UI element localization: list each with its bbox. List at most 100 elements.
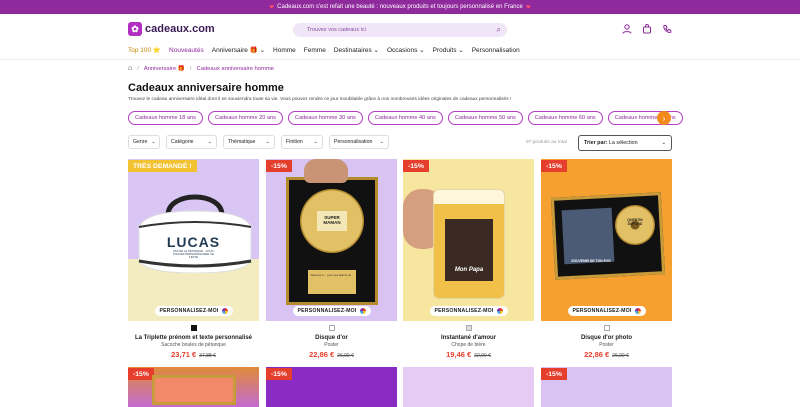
chip-60[interactable]: Cadeaux homme 60 ans (527, 111, 603, 125)
nav-item-anniversaire[interactable]: Anniversaire 🎁 ⌄ (212, 46, 265, 54)
nav-item-femme[interactable]: Femme (304, 47, 326, 54)
sort-select[interactable]: Trier par: La sélection ⌄ (578, 135, 672, 151)
search-icon[interactable]: ⌕ (497, 25, 501, 35)
nav-item-occasions[interactable]: Occasions ⌄ (387, 46, 425, 54)
current-price: 22,86 € (309, 350, 335, 359)
filter-genre[interactable]: Genre ⌄ (128, 135, 160, 149)
filter-label: Personnalisation (334, 139, 373, 145)
filter-categorie[interactable]: Catégorie ⌄ (166, 135, 217, 149)
heart-icon: ❤ (269, 4, 275, 11)
nav-item-top100[interactable]: Top 100 ⭐ (128, 46, 161, 54)
old-price: 26,90 € (612, 353, 629, 359)
product-info: La Triplette prénom et texte personnalis… (128, 325, 259, 359)
sort-value: La sélection (608, 140, 638, 146)
search-input[interactable]: Trouvez vos cadeaux ici ⌕ (293, 23, 507, 37)
color-swatch[interactable] (465, 325, 472, 331)
phone-icon[interactable] (662, 24, 672, 37)
bag-name-print: LUCAS (166, 234, 221, 250)
status-badge: TRÈS DEMANDÉ ! (128, 160, 197, 172)
product-card[interactable] (403, 367, 534, 407)
color-swatch[interactable] (190, 325, 197, 331)
sort-label: Trier par: (584, 140, 608, 146)
filter-label: Genre (133, 139, 148, 145)
product-name[interactable]: Instantané d'amour (403, 335, 534, 341)
nav-item-destinataires[interactable]: Destinataires ⌄ (334, 46, 379, 54)
site-logo[interactable]: ✿ cadeaux.com (128, 22, 215, 36)
chip-70[interactable]: Cadeaux homme 70 ans (607, 111, 683, 125)
nav-item-produits[interactable]: Produits ⌄ (433, 46, 464, 54)
filter-personnalisation[interactable]: Personnalisation ⌄ (329, 135, 389, 149)
current-price: 23,71 € (171, 350, 197, 359)
product-subtitle: Poster (324, 342, 339, 348)
product-price: 22,86 €26,90 € (541, 350, 672, 359)
personalize-label: PERSONNALISEZ-MOI (434, 308, 494, 314)
discount-badge: -15% (266, 368, 292, 380)
breadcrumb: ⌂ / Anniversaire 🎁 / Cadeaux anniversair… (128, 65, 274, 72)
personalize-button[interactable]: PERSONNALISEZ-MOI (429, 306, 508, 316)
chip-30[interactable]: Cadeaux homme 30 ans (287, 111, 363, 125)
personalize-button[interactable]: PERSONNALISEZ-MOI (567, 306, 646, 316)
page-title: Cadeaux anniversaire homme (128, 82, 284, 94)
gift-logo-icon: ✿ (128, 22, 142, 36)
record-label: SUPER MAMAN (317, 211, 347, 231)
sort-text: Trier par: La sélection (584, 140, 638, 146)
filter-thematique[interactable]: Thématique ⌄ (223, 135, 275, 149)
cart-icon[interactable] (642, 24, 652, 37)
product-price: 23,71 €37,88 € (128, 350, 259, 359)
palette-icon (496, 308, 503, 314)
chip-20[interactable]: Cadeaux homme 20 ans (207, 111, 283, 125)
chevron-right-icon[interactable]: › (657, 111, 671, 125)
product-image[interactable]: LUCAS ROI DE LA PÉTANQUE · VOUS POUVEZ P… (128, 159, 259, 321)
breadcrumb-anniversaire[interactable]: Anniversaire 🎁 (144, 66, 185, 72)
product-image[interactable]: SUPER MAMAN Décerné à ... pour ses talen… (266, 159, 397, 321)
color-swatch[interactable] (603, 325, 610, 331)
bag-subtext-print: ROI DE LA PÉTANQUE · VOUS POUVEZ PERSONN… (173, 249, 214, 260)
nav-item-personnalisation[interactable]: Personnalisation (472, 47, 520, 54)
breadcrumb-separator: / (189, 65, 192, 72)
palette-icon (634, 308, 641, 314)
product-card[interactable]: -15% (266, 367, 397, 407)
filter-finition[interactable]: Finition ⌄ (281, 135, 323, 149)
nav-item-homme[interactable]: Homme (273, 47, 296, 54)
product-card[interactable]: -15% (128, 367, 259, 407)
home-icon[interactable]: ⌂ (128, 65, 132, 72)
age-chips: Cadeaux homme 18 ans Cadeaux homme 20 an… (128, 111, 683, 125)
chip-50[interactable]: Cadeaux homme 50 ans (447, 111, 523, 125)
product-card[interactable]: Mon Papa -15% PERSONNALISEZ-MOI (403, 159, 534, 322)
discount-badge: -15% (403, 160, 429, 172)
discount-badge: -15% (266, 160, 292, 172)
product-card[interactable]: LUCAS ROI DE LA PÉTANQUE · VOUS POUVEZ P… (128, 159, 259, 322)
chip-18[interactable]: Cadeaux homme 18 ans (128, 111, 203, 125)
discount-badge: -15% (541, 160, 567, 172)
product-name[interactable]: La Triplette prénom et texte personnalis… (128, 335, 259, 341)
product-card[interactable]: QUENTIN DUPOND SOUVENIR DE TON EVG -15% … (541, 159, 672, 322)
page-intro: Trouvez le cadeau anniversaire idéal don… (128, 97, 512, 102)
personalize-button[interactable]: PERSONNALISEZ-MOI (292, 306, 371, 316)
discount-badge: -15% (128, 368, 154, 380)
announcement-text: Cadeaux.com s'est refait une beauté : no… (277, 4, 523, 10)
old-price: 26,90 € (337, 353, 354, 359)
main-nav: Top 100 ⭐ Nouveautés Anniversaire 🎁 ⌄ Ho… (128, 44, 528, 56)
product-card[interactable]: -15% (541, 367, 672, 407)
chip-40[interactable]: Cadeaux homme 40 ans (367, 111, 443, 125)
breadcrumb-separator: / (137, 65, 139, 72)
chevron-down-icon: ⌄ (151, 139, 156, 145)
color-swatch[interactable] (328, 325, 335, 331)
heart-icon: ❤ (525, 4, 531, 11)
header-actions (622, 24, 672, 37)
account-icon[interactable] (622, 24, 632, 37)
hand (304, 159, 348, 183)
product-image[interactable]: Mon Papa -15% PERSONNALISEZ-MOI (403, 159, 534, 321)
product-price: 19,46 €22,90 € (403, 350, 534, 359)
breadcrumb-current[interactable]: Cadeaux anniversaire homme (197, 66, 274, 72)
product-card[interactable]: SUPER MAMAN Décerné à ... pour ses talen… (266, 159, 397, 322)
results-count: 97 produits au total (526, 140, 567, 145)
mug-print-text: Mon Papa (454, 267, 484, 273)
product-subtitle: Poster (599, 342, 614, 348)
personalize-button[interactable]: PERSONNALISEZ-MOI (154, 306, 233, 316)
nav-item-nouveautes[interactable]: Nouveautés (169, 47, 204, 54)
product-name[interactable]: Disque d'or (266, 335, 397, 341)
product-image[interactable]: QUENTIN DUPOND SOUVENIR DE TON EVG -15% … (541, 159, 672, 321)
product-name[interactable]: Disque d'or photo (541, 335, 672, 341)
chevron-down-icon: ⌄ (207, 139, 212, 145)
